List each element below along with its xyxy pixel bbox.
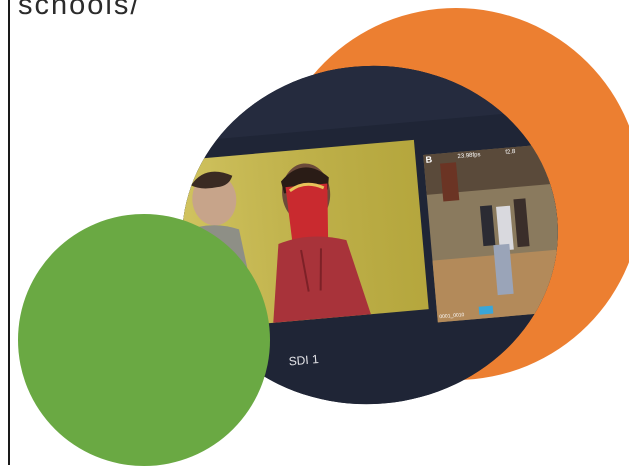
left-border-rule [8,0,10,465]
green-circle [18,214,270,466]
monitor-label: SDI 1 [288,352,319,369]
right-monitor-status-box [478,305,494,315]
page-frame: schools/ B 23.98fps f2.8 0001_0010 SDI 1 [0,0,629,466]
right-monitor-iris: f2.8 [505,149,516,156]
right-monitor-channel: B [425,154,433,165]
right-screen: B 23.98fps f2.8 0001_0010 [423,143,566,323]
top-text-fragment: schools/ [18,0,141,21]
right-screen-banner [440,162,460,202]
